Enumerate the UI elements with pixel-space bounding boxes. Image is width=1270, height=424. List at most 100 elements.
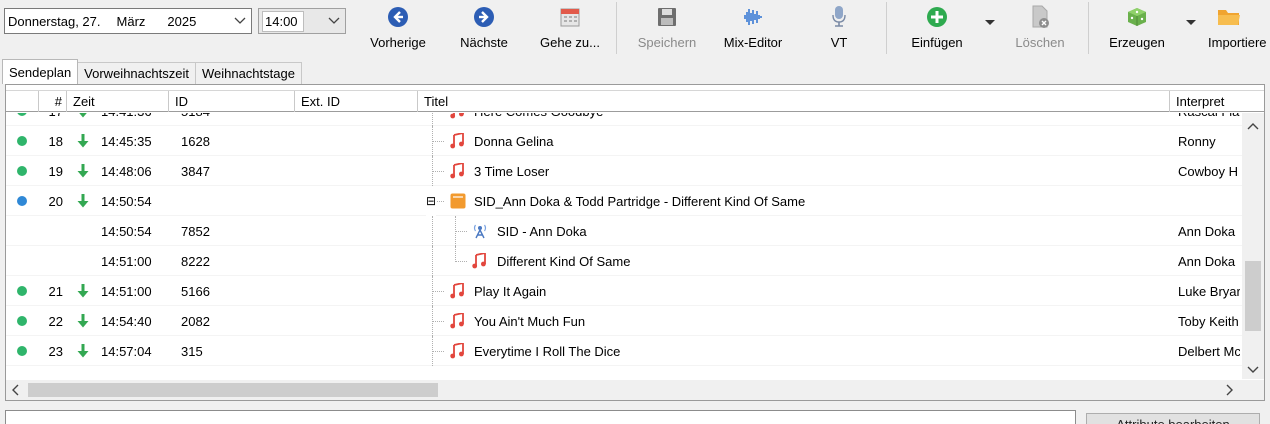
horizontal-scroll-thumb[interactable] <box>28 383 438 397</box>
row-title: 3 Time Loser <box>474 163 550 179</box>
table-row[interactable]: 18 14:45:35 1628 Donna Gelina Ronny <box>6 126 1242 156</box>
row-number: 19 <box>48 163 63 179</box>
vt-button[interactable]: VT <box>824 2 854 56</box>
row-title: SID_Ann Doka & Todd Partridge - Differen… <box>474 193 806 209</box>
table-row[interactable]: 21 14:51:00 5166 Play It Again Luke Bryar <box>6 276 1242 306</box>
table-row[interactable]: 23 14:57:04 315 Everytime I Roll The Dice De… <box>6 336 1242 366</box>
chevron-down-icon[interactable] <box>229 9 251 33</box>
row-id: 7852 <box>181 223 210 239</box>
vt-label: VT <box>830 35 848 50</box>
folder-icon <box>450 186 466 216</box>
row-artist: Luke Bryar <box>1178 283 1240 299</box>
date-picker[interactable]: Donnerstag, 27. März 2025 <box>4 8 252 34</box>
tree-line <box>432 113 433 126</box>
collapse-icon[interactable]: ⊟ <box>426 186 437 216</box>
waveform-icon <box>740 4 766 30</box>
vertical-scrollbar[interactable] <box>1242 113 1264 379</box>
status-dot-icon <box>17 306 27 336</box>
attribute-field[interactable] <box>5 410 1076 424</box>
table-row[interactable]: 14:51:00 8222 Different Kind Of Same Ann Do… <box>6 246 1242 276</box>
mix-editor-button[interactable]: Mix-Editor <box>718 2 788 56</box>
header-ext-id[interactable]: Ext. ID <box>295 91 418 112</box>
next-button[interactable]: Nächste <box>455 2 513 56</box>
arrow-down-icon <box>76 276 90 306</box>
row-title: Play It Again <box>474 283 547 299</box>
row-title: You Ain't Much Fun <box>474 313 586 329</box>
scroll-right-icon[interactable] <box>1226 384 1234 399</box>
table-body: 17 14:41:36 5184 Here Comes Goodbye Rascal F… <box>6 113 1242 381</box>
generate-button[interactable]: Erzeugen <box>1105 2 1169 56</box>
table-row[interactable]: 20 14:50:54 ⊟ SID_Ann Doka & Todd Partridge… <box>6 186 1242 216</box>
row-time: 14:45:35 <box>101 133 152 149</box>
status-dot-icon <box>17 156 27 186</box>
tab-sendeplan[interactable]: Sendeplan <box>2 59 79 84</box>
row-number: 21 <box>48 283 63 299</box>
add-circle-icon <box>924 4 950 30</box>
tree-branch <box>455 261 467 262</box>
row-time: 14:50:54 <box>101 223 152 239</box>
save-button[interactable]: Speichern <box>635 2 699 56</box>
import-button[interactable]: Importiere <box>1208 2 1270 56</box>
previous-button[interactable]: Vorherige <box>368 2 428 56</box>
row-id: 5166 <box>181 283 210 299</box>
time-select[interactable]: 14:00 <box>258 8 346 34</box>
scroll-down-icon[interactable] <box>1247 362 1259 377</box>
row-id: 1628 <box>181 133 210 149</box>
tab-bar: Sendeplan Vorweihnachtszeit Weihnachtsta… <box>2 59 302 84</box>
toolbar-divider <box>616 2 617 54</box>
row-number: 20 <box>48 193 63 209</box>
header-time[interactable]: Zeit <box>67 91 169 112</box>
row-time: 14:41:36 <box>101 113 152 126</box>
insert-dropdown-icon[interactable] <box>985 20 995 25</box>
row-id: 8222 <box>181 253 210 269</box>
row-artist <box>1178 186 1240 216</box>
music-note-icon <box>450 113 464 126</box>
app-window: Donnerstag, 27. März 2025 14:00 Vorherig… <box>0 0 1270 424</box>
row-title: Different Kind Of Same <box>497 253 631 269</box>
table-row[interactable]: 14:50:54 7852 SID - Ann Doka Ann Doka <box>6 216 1242 246</box>
goto-label: Gehe zu... <box>540 35 600 50</box>
tab-weihnachtstage[interactable]: Weihnachtstage <box>194 62 302 84</box>
status-dot-icon <box>17 113 27 126</box>
insert-button[interactable]: Einfügen <box>905 2 969 56</box>
previous-label: Vorherige <box>370 35 426 50</box>
generate-dropdown-icon[interactable] <box>1186 20 1196 25</box>
row-time: 14:51:00 <box>101 253 152 269</box>
date-weekday: Donnerstag, 27. <box>8 13 101 29</box>
music-note-icon <box>450 276 464 306</box>
row-time: 14:50:54 <box>101 193 152 209</box>
row-time: 14:54:40 <box>101 313 152 329</box>
tree-branch <box>455 231 467 232</box>
tree-branch <box>432 321 444 322</box>
status-dot-icon <box>17 186 27 216</box>
arrow-right-circle-icon <box>471 4 497 30</box>
row-artist: Ann Doka <box>1178 223 1236 239</box>
row-time: 14:51:00 <box>101 283 152 299</box>
date-year: 2025 <box>167 13 197 29</box>
row-title: Donna Gelina <box>474 133 554 149</box>
table-row[interactable]: 19 14:48:06 3847 3 Time Loser Cowboy H <box>6 156 1242 186</box>
edit-attributes-button[interactable]: Attribute bearbeiten <box>1086 413 1260 424</box>
table-row[interactable]: 17 14:41:36 5184 Here Comes Goodbye Rascal F… <box>6 113 1242 126</box>
tree-branch <box>432 351 444 352</box>
vertical-scroll-thumb[interactable] <box>1245 261 1261 331</box>
header-artist[interactable]: Interpret <box>1170 91 1264 112</box>
scrollbar-corner <box>1242 380 1264 400</box>
goto-button[interactable]: Gehe zu... <box>536 2 604 56</box>
status-dot-icon <box>17 126 27 156</box>
save-label: Speichern <box>637 35 697 50</box>
music-note-icon <box>450 306 464 336</box>
header-status[interactable] <box>6 91 39 112</box>
header-id[interactable]: ID <box>169 91 295 112</box>
header-title[interactable]: Titel <box>418 91 1170 112</box>
music-note-icon <box>450 156 464 186</box>
delete-button[interactable]: Löschen <box>1012 2 1068 56</box>
scroll-left-icon[interactable] <box>11 384 19 399</box>
row-number: 22 <box>48 313 63 329</box>
chevron-down-icon[interactable] <box>323 9 345 33</box>
table-row[interactable]: 22 14:54:40 2082 You Ain't Much Fun Toby Kei… <box>6 306 1242 336</box>
scroll-up-icon[interactable] <box>1247 118 1259 133</box>
horizontal-scrollbar[interactable] <box>6 380 1242 400</box>
tab-vorweihnachtszeit[interactable]: Vorweihnachtszeit <box>77 62 196 84</box>
header-number[interactable]: # <box>39 91 67 112</box>
